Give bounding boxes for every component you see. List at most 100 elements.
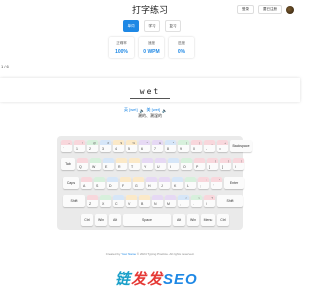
key-e[interactable]: E — [103, 158, 114, 170]
key-c[interactable]: C — [113, 195, 124, 207]
logo-part: 发发 — [131, 271, 164, 288]
key-label: Shift — [226, 199, 234, 203]
key-g[interactable]: G — [133, 177, 144, 189]
key-symbol[interactable]: }] — [220, 158, 231, 170]
key-v[interactable]: V — [126, 195, 137, 207]
key-h[interactable]: H — [146, 177, 157, 189]
speaker-icon[interactable]: 🔈 — [162, 108, 167, 113]
key-m[interactable]: M — [165, 195, 176, 207]
key-caps[interactable]: Caps — [63, 177, 79, 189]
key-a[interactable]: A — [81, 177, 92, 189]
stat-value: 0% — [177, 48, 186, 55]
key-shift-symbol: | — [241, 159, 242, 163]
key-7[interactable]: & 7 — [152, 140, 163, 152]
key-b[interactable]: B — [139, 195, 150, 207]
avatar[interactable] — [286, 5, 294, 14]
key-label: ` — [63, 147, 65, 151]
register-button[interactable]: 要已注册 — [258, 5, 282, 14]
key-f[interactable]: F — [120, 177, 131, 189]
key-symbol[interactable]: ? / — [204, 195, 215, 207]
key-symbol[interactable]: <, — [178, 195, 189, 207]
key-label: , — [180, 202, 181, 206]
key-label: Ctrl — [84, 218, 90, 222]
key-symbol[interactable]: ~ ` — [61, 140, 72, 152]
key-t[interactable]: T — [129, 158, 140, 170]
key-6[interactable]: ^ 6 — [139, 140, 150, 152]
key-ctrl[interactable]: Ctrl — [81, 214, 93, 226]
key-space[interactable]: Space — [123, 214, 171, 226]
logo-part: 链 — [115, 271, 132, 288]
key-label: 7 — [154, 147, 156, 151]
finger-zone — [113, 195, 124, 200]
key-label: Tab — [65, 162, 71, 166]
key-k[interactable]: K — [172, 177, 183, 189]
key-shift[interactable]: Shift — [63, 195, 85, 207]
key-shift-symbol: : — [206, 178, 207, 182]
key-win[interactable]: Win — [95, 214, 107, 226]
tab-word[interactable]: 单词 — [123, 20, 139, 32]
key-enter[interactable]: Enter — [224, 177, 244, 189]
key-label: Win — [189, 218, 197, 222]
key-symbol[interactable]: | \ — [233, 158, 244, 170]
key-symbol[interactable]: _ - — [204, 140, 215, 152]
key-j[interactable]: J — [159, 177, 170, 189]
key-shift-symbol: @ — [92, 141, 96, 145]
key-l[interactable]: L — [185, 177, 196, 189]
key-8[interactable]: * 8 — [165, 140, 176, 152]
key-s[interactable]: S — [94, 177, 105, 189]
key-1[interactable]: ! 1 — [74, 140, 85, 152]
key-shift-symbol: > — [198, 196, 200, 200]
key-i[interactable]: I — [168, 158, 179, 170]
key-menu[interactable]: Menu — [201, 214, 215, 226]
key-w[interactable]: W — [90, 158, 101, 170]
key-d[interactable]: D — [107, 177, 118, 189]
finger-zone — [233, 158, 244, 163]
key-o[interactable]: O — [181, 158, 192, 170]
key-4[interactable]: $4 — [113, 140, 124, 152]
key-alt[interactable]: Alt — [173, 214, 185, 226]
key-alt[interactable]: Alt — [109, 214, 121, 226]
key-symbol[interactable]: + = — [217, 140, 228, 152]
key-label: Space — [142, 218, 152, 222]
key-label: Menu — [203, 218, 213, 222]
finger-zone — [191, 140, 202, 145]
key-x[interactable]: X — [100, 195, 111, 207]
key-y[interactable]: Y — [142, 158, 153, 170]
key-label: \ — [235, 165, 236, 169]
key-symbol[interactable]: >. — [191, 195, 202, 207]
mode-tabs: 单词 学习 复习 — [123, 20, 181, 32]
key-r[interactable]: R — [116, 158, 127, 170]
key-0[interactable]: ) 0 — [191, 140, 202, 152]
key-shift[interactable]: Shift — [217, 195, 243, 207]
key-shift-symbol: % — [132, 141, 135, 145]
key-symbol[interactable]: :; — [198, 177, 209, 189]
login-button[interactable]: 登录 — [237, 5, 254, 14]
speaker-icon[interactable]: 🔈 — [140, 108, 145, 113]
key-label: Ctrl — [220, 218, 226, 222]
key-5[interactable]: % 5 — [126, 140, 137, 152]
author-link[interactable]: Your Name — [121, 252, 136, 256]
key-n[interactable]: N — [152, 195, 163, 207]
key-label: . — [193, 202, 194, 206]
key-z[interactable]: Z — [87, 195, 98, 207]
tab-review[interactable]: 复习 — [165, 20, 181, 32]
key-9[interactable]: (9 — [178, 140, 189, 152]
key-ctrl[interactable]: Ctrl — [217, 214, 229, 226]
key-tab[interactable]: Tab — [61, 158, 75, 170]
word-meaning: 潮的、潮湿的 — [138, 113, 162, 118]
key-3[interactable]: #3 — [100, 140, 111, 152]
key-q[interactable]: Q — [77, 158, 88, 170]
key-2[interactable]: @2 — [87, 140, 98, 152]
tab-learn[interactable]: 学习 — [144, 20, 160, 32]
key-u[interactable]: U — [155, 158, 166, 170]
key-shift-symbol: ~ — [68, 141, 70, 145]
key-label: Shift — [70, 199, 78, 203]
finger-zone — [107, 177, 118, 182]
key-symbol[interactable]: {[ — [207, 158, 218, 170]
key-backspace[interactable]: Backspace — [230, 140, 252, 152]
key-p[interactable]: P — [194, 158, 205, 170]
footer-suffix: © 2024 Typing Practice. All rights reser… — [136, 252, 195, 256]
key-label: Z — [89, 202, 92, 206]
key-symbol[interactable]: " ' — [211, 177, 222, 189]
key-win[interactable]: Win — [187, 214, 199, 226]
